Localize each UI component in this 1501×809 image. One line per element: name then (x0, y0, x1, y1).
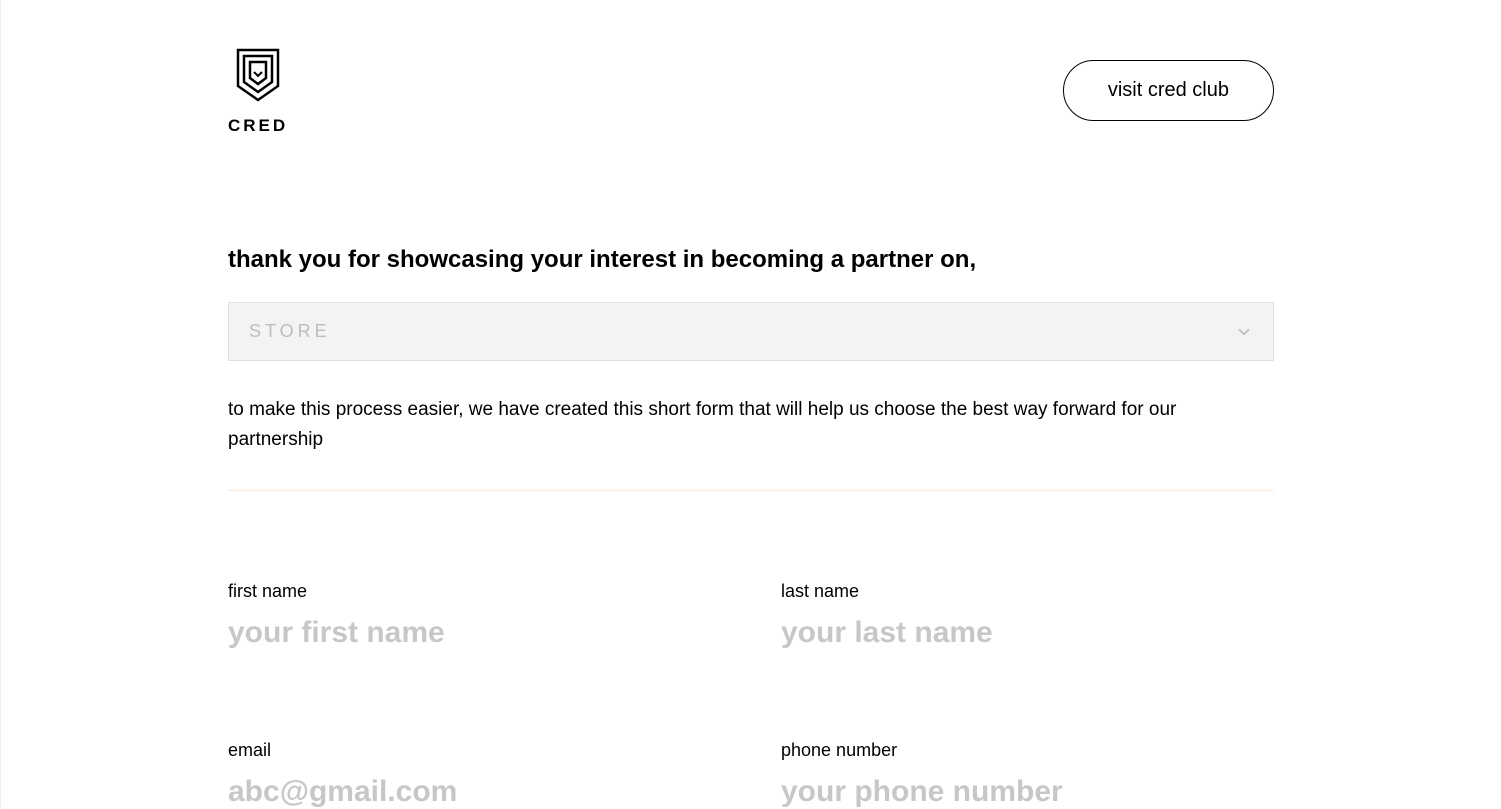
logo[interactable]: CRED (228, 48, 288, 136)
form-grid: first name last name email phone number (228, 581, 1274, 809)
last-name-input[interactable] (781, 616, 1274, 650)
section-divider (228, 490, 1274, 491)
first-name-field-group: first name (228, 581, 721, 650)
intro-subtext: to make this process easier, we have cre… (228, 395, 1274, 456)
page-heading: thank you for showcasing your interest i… (228, 246, 1274, 274)
header: CRED visit cred club (228, 48, 1274, 136)
phone-label: phone number (781, 740, 1274, 761)
partner-type-select[interactable]: STORE (228, 302, 1274, 361)
select-value: STORE (249, 321, 331, 342)
last-name-field-group: last name (781, 581, 1274, 650)
logo-text: CRED (228, 116, 288, 136)
chevron-down-icon (1235, 323, 1253, 341)
email-input[interactable] (228, 775, 721, 809)
cred-shield-icon (234, 48, 282, 104)
email-field-group: email (228, 740, 721, 809)
phone-field-group: phone number (781, 740, 1274, 809)
first-name-input[interactable] (228, 616, 721, 650)
visit-cred-club-button[interactable]: visit cred club (1063, 60, 1274, 121)
phone-input[interactable] (781, 775, 1274, 809)
email-label: email (228, 740, 721, 761)
last-name-label: last name (781, 581, 1274, 602)
first-name-label: first name (228, 581, 721, 602)
